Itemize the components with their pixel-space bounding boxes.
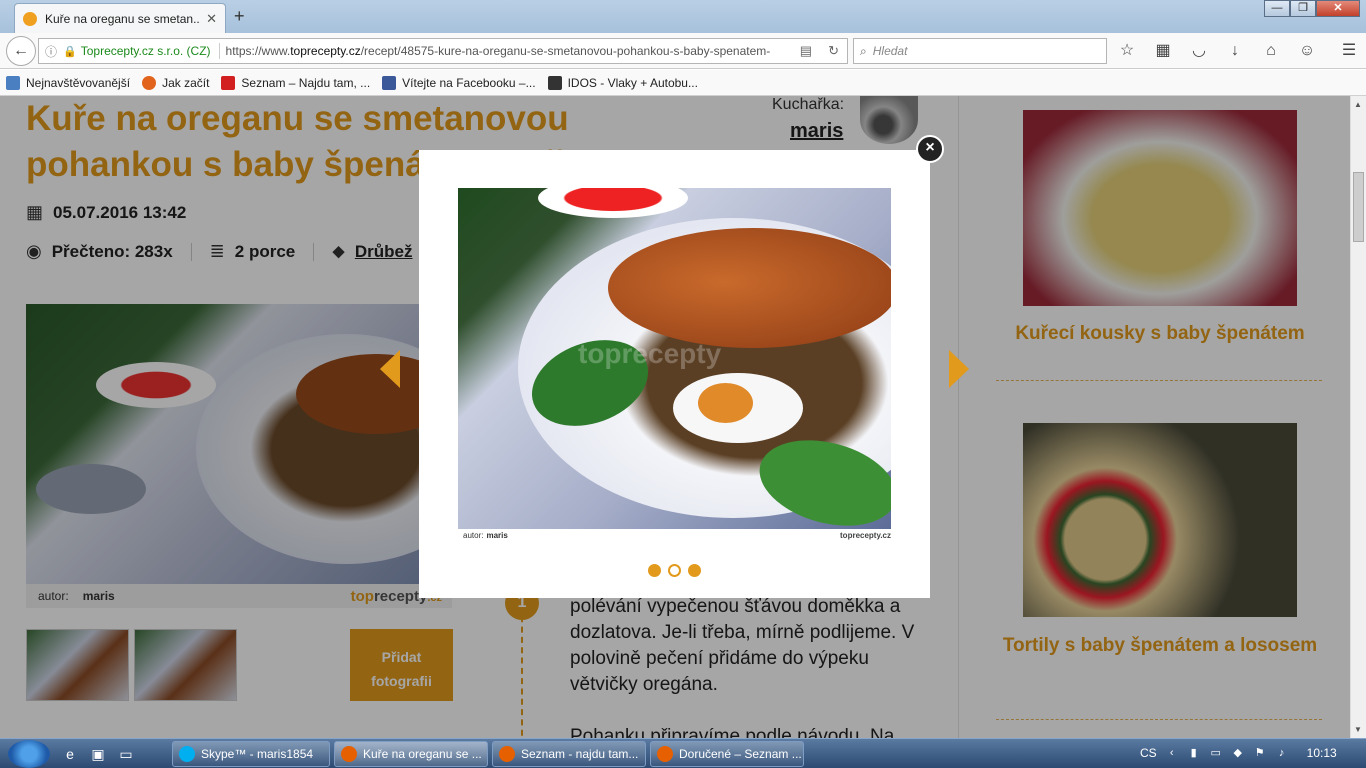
- reload-icon[interactable]: ↻: [828, 43, 839, 59]
- seznam-icon: [221, 75, 236, 90]
- slide-dot[interactable]: [668, 564, 681, 577]
- search-bar[interactable]: ⌕ Hledat: [853, 38, 1107, 64]
- firefox-icon: [341, 746, 357, 762]
- start-button[interactable]: [8, 740, 50, 768]
- new-tab-button[interactable]: +: [234, 6, 245, 27]
- reader-view-icon[interactable]: ▤: [800, 43, 812, 59]
- caption-author: maris: [486, 530, 508, 540]
- scrollbar-thumb[interactable]: [1353, 172, 1364, 242]
- scroll-up-arrow-icon[interactable]: ▲: [1354, 100, 1362, 109]
- browser-tab-active[interactable]: Kuře na oreganu se smetan... ✕: [14, 3, 226, 33]
- lightbox-modal: toprecepty autor: maris toprecepty.cz: [419, 150, 930, 598]
- task-label: Kuře na oreganu se ...: [363, 747, 482, 761]
- previous-slide-arrow-icon[interactable]: [380, 350, 400, 388]
- close-lightbox-button[interactable]: ×: [916, 135, 944, 163]
- bookmark-label: Seznam – Najdu tam, ...: [241, 75, 371, 90]
- slide-dots: [648, 564, 701, 577]
- hamburger-menu-icon[interactable]: ☰: [1338, 40, 1360, 62]
- taskbar-task[interactable]: Seznam - najdu tam...: [492, 741, 646, 767]
- home-icon[interactable]: ⌂: [1260, 40, 1282, 62]
- show-desktop-icon[interactable]: ▭: [116, 744, 136, 764]
- bookmark-item[interactable]: Jak začít: [142, 75, 210, 90]
- chanterelle-shape: [698, 383, 753, 423]
- url-text[interactable]: https://www.toprecepty.cz/recept/48575-k…: [226, 44, 792, 58]
- tab-title: Kuře na oreganu se smetan...: [45, 11, 201, 26]
- chicken-shape: [608, 228, 891, 348]
- bookmark-item[interactable]: Seznam – Najdu tam, ...: [221, 75, 371, 90]
- windows-taskbar: e ▣ ▭ Skype™ - maris1854 Kuře na oreganu…: [0, 738, 1366, 768]
- window-controls: — ❐ ✕: [1264, 0, 1360, 17]
- pocket-icon[interactable]: ◡: [1188, 40, 1210, 62]
- quick-launch: e ▣ ▭: [60, 744, 136, 764]
- close-window-button[interactable]: ✕: [1316, 0, 1360, 17]
- bookmark-item[interactable]: IDOS - Vlaky + Autobu...: [547, 75, 698, 90]
- task-label: Seznam - najdu tam...: [521, 747, 639, 761]
- tray-expand-icon[interactable]: ‹: [1165, 746, 1179, 760]
- emoji-icon[interactable]: ☺: [1296, 40, 1318, 62]
- taskbar-task[interactable]: Kuře na oreganu se ...: [334, 741, 488, 767]
- network-icon[interactable]: ▮: [1187, 746, 1201, 760]
- info-icon[interactable]: ⓘ: [45, 43, 57, 60]
- flag-icon[interactable]: ⚑: [1253, 746, 1267, 760]
- navigation-toolbar: ← ⓘ 🔒 Toprecepty.cz s.r.o. (CZ) https://…: [0, 33, 1366, 69]
- lightbox-photo: toprecepty: [458, 188, 891, 529]
- facebook-icon: [382, 75, 397, 90]
- bookmark-item[interactable]: Nejnavštěvovanější: [6, 75, 131, 90]
- site-identity[interactable]: Toprecepty.cz s.r.o. (CZ): [81, 44, 211, 58]
- toprecepty-logo: toprecepty.cz: [840, 530, 891, 540]
- taskbar-task[interactable]: Skype™ - maris1854: [172, 741, 330, 767]
- search-icon: ⌕: [860, 43, 867, 58]
- skype-icon: [179, 746, 195, 762]
- volume-icon[interactable]: ♪: [1275, 746, 1289, 760]
- slide-dot[interactable]: [648, 564, 661, 577]
- explorer-icon[interactable]: ▣: [88, 744, 108, 764]
- slide-dot[interactable]: [688, 564, 701, 577]
- favicon-icon: [23, 11, 37, 26]
- tomato-shape: [538, 188, 688, 218]
- toolbar-icons: ☆ ▦ ◡ ↓ ⌂ ☺ ☰: [1116, 40, 1360, 62]
- system-tray: CS ‹ ▮ ▭ ◆ ⚑ ♪ 10:13: [1140, 746, 1337, 760]
- scroll-down-arrow-icon[interactable]: ▼: [1354, 725, 1362, 734]
- bookmark-label: Vítejte na Facebooku –...: [402, 75, 536, 90]
- firefox-icon: [142, 75, 157, 90]
- url-separator: [218, 43, 220, 59]
- maximize-button[interactable]: ❐: [1290, 0, 1316, 17]
- idos-icon: [547, 75, 562, 90]
- next-slide-arrow-icon[interactable]: [949, 350, 969, 388]
- task-label: Skype™ - maris1854: [201, 747, 314, 761]
- bookmark-icon: [6, 75, 20, 90]
- window-titlebar: Kuře na oreganu se smetan... ✕ + — ❐ ✕: [0, 0, 1366, 33]
- downloads-icon[interactable]: ↓: [1224, 40, 1246, 62]
- display-icon[interactable]: ▭: [1209, 746, 1223, 760]
- bookmark-label: Nejnavštěvovanější: [26, 75, 131, 90]
- firefox-icon: [657, 746, 673, 762]
- page-scrollbar[interactable]: ▲ ▼: [1350, 96, 1366, 738]
- clock[interactable]: 10:13: [1307, 746, 1337, 760]
- caption-label: autor:: [463, 530, 484, 540]
- search-placeholder: Hledat: [872, 44, 908, 58]
- minimize-button[interactable]: —: [1264, 0, 1290, 17]
- lock-icon[interactable]: 🔒: [63, 45, 77, 58]
- bookmark-star-icon[interactable]: ☆: [1116, 40, 1138, 62]
- photo-watermark: toprecepty: [578, 338, 722, 369]
- bookmarks-bar: Nejnavštěvovanější Jak začít Seznam – Na…: [0, 70, 1366, 96]
- antivirus-icon[interactable]: ◆: [1231, 746, 1245, 760]
- ie-icon[interactable]: e: [60, 744, 80, 764]
- tab-close-icon[interactable]: ✕: [206, 11, 217, 27]
- bookmarks-library-icon[interactable]: ▦: [1152, 40, 1174, 62]
- taskbar-task[interactable]: Doručené – Seznam ...: [650, 741, 804, 767]
- task-label: Doručené – Seznam ...: [679, 747, 802, 761]
- bookmark-label: Jak začít: [162, 75, 210, 90]
- lightbox-caption: autor: maris toprecepty.cz: [458, 529, 891, 541]
- firefox-icon: [499, 746, 515, 762]
- language-indicator[interactable]: CS: [1140, 746, 1157, 760]
- url-bar[interactable]: ⓘ 🔒 Toprecepty.cz s.r.o. (CZ) https://ww…: [38, 38, 848, 64]
- back-button[interactable]: ←: [6, 36, 36, 66]
- bookmark-item[interactable]: Vítejte na Facebooku –...: [382, 75, 536, 90]
- bookmark-label: IDOS - Vlaky + Autobu...: [567, 75, 698, 90]
